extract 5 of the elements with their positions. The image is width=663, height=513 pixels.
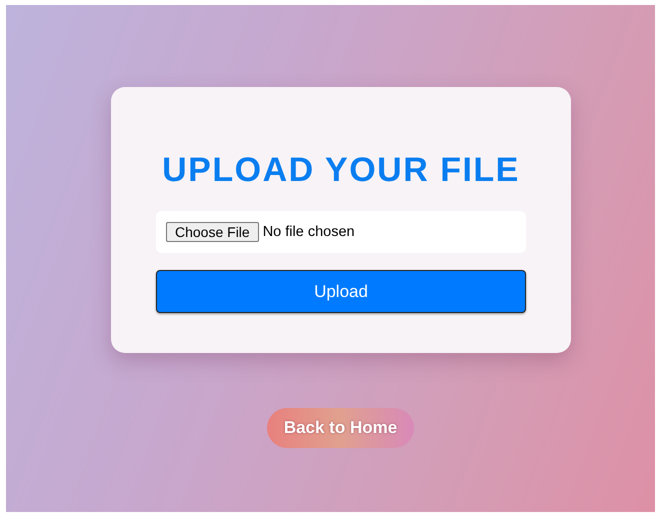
page-title: UPLOAD YOUR FILE [161,151,521,189]
upload-button[interactable]: Upload [156,270,526,313]
file-status-text: No file chosen [262,224,355,240]
file-input-field[interactable]: Choose File No file chosen [156,211,526,253]
choose-file-button[interactable]: Choose File [166,222,259,242]
